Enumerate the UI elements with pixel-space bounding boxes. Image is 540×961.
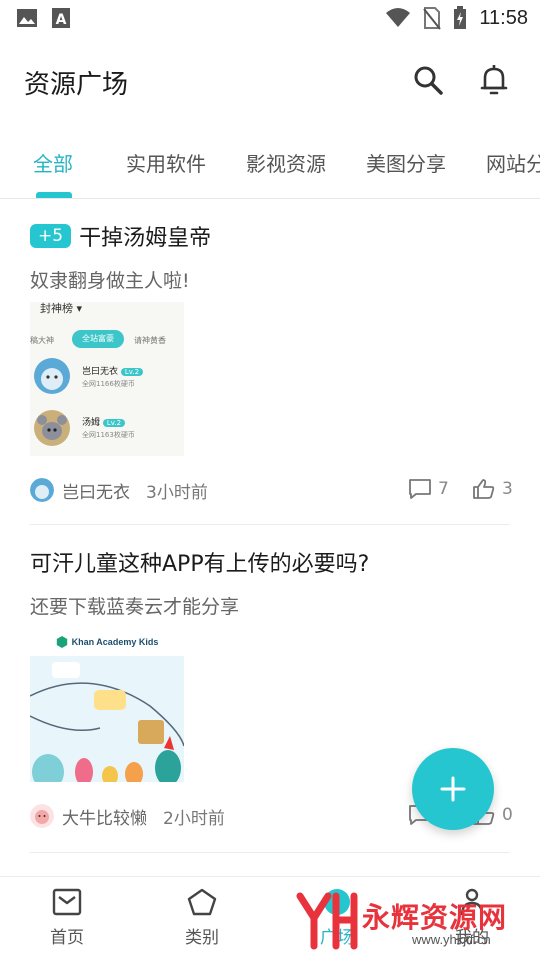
tab-all[interactable]: 全部: [33, 148, 73, 177]
wifi-icon: [386, 8, 411, 27]
page-title: 资源广场: [24, 70, 129, 100]
avatar[interactable]: [30, 804, 54, 828]
thumb-avatar: [34, 358, 70, 394]
comment-count: 7: [438, 479, 449, 499]
image-notification-icon: [17, 9, 37, 27]
no-sim-icon: [423, 7, 442, 30]
comment-button[interactable]: 7: [408, 478, 449, 500]
thumb-tab: 投稿大神: [30, 336, 54, 345]
thumb-row-level: Lv.2: [120, 368, 144, 376]
post-subtitle: 奴隶翻身做主人啦!: [30, 270, 190, 292]
add-post-button[interactable]: [412, 748, 494, 830]
status-bar: A 11:58: [0, 0, 540, 36]
post-thumbnail[interactable]: Khan Academy Kids: [30, 628, 184, 782]
nav-label: 类别: [185, 928, 219, 948]
clock: 11:58: [479, 6, 528, 29]
thumb-tab-active: 全站富豪: [72, 330, 124, 348]
svg-text:A: A: [56, 12, 67, 28]
like-count: 0: [502, 805, 513, 825]
post-title: 可汗儿童这种APP有上传的必要吗?: [30, 552, 370, 577]
inbox-icon: [52, 888, 82, 916]
tab-images[interactable]: 美图分享: [366, 148, 446, 177]
tab-video[interactable]: 影视资源: [246, 148, 326, 177]
font-notification-icon: A: [52, 8, 70, 28]
thumb-row-name: 汤姆: [82, 418, 101, 428]
reward-badge: +5: [30, 224, 72, 248]
post-title: 干掉汤姆皇帝: [79, 226, 212, 251]
search-icon[interactable]: [410, 62, 446, 98]
post-subtitle: 还要下载蓝奏云才能分享: [30, 596, 240, 618]
post-time: 2小时前: [163, 808, 225, 829]
khan-logo-icon: [56, 636, 67, 648]
post-time: 3小时前: [146, 482, 208, 503]
avatar[interactable]: [30, 478, 54, 502]
tab-software[interactable]: 实用软件: [126, 148, 206, 177]
post-thumbnail[interactable]: 封神榜 ▾ 投稿大神 全站富豪 请神黄香 岂曰无衣 Lv.2 全网1166枚硬币…: [30, 302, 184, 456]
app-header: 资源广场: [0, 36, 540, 126]
watermark-url: www.yhkjtf.cn: [412, 932, 491, 947]
divider: [30, 524, 510, 525]
nav-home[interactable]: 首页: [22, 887, 112, 948]
thumb-avatar: [34, 410, 70, 446]
category-tabs: 全部 实用软件 影视资源 美图分享 网站分: [0, 126, 540, 199]
watermark: 永辉资源网 www.yhkjtf.cn: [296, 888, 536, 952]
like-button[interactable]: 3: [472, 478, 513, 500]
bell-icon[interactable]: [476, 62, 512, 98]
like-count: 3: [502, 479, 513, 499]
tab-indicator: [36, 192, 72, 198]
watermark-text: 永辉资源网: [362, 901, 508, 934]
author-name[interactable]: 岂曰无衣: [62, 478, 130, 503]
post-meta: 岂曰无衣 3小时前 7 3: [30, 476, 513, 504]
thumb-row-name: 岂曰无衣: [82, 367, 119, 377]
nav-label: 首页: [50, 928, 84, 948]
thumb-brand: Khan Academy Kids: [71, 637, 159, 647]
thumb-header: 封神榜: [40, 302, 73, 315]
watermark-logo-icon: [296, 892, 358, 950]
thumbs-up-icon: [473, 479, 495, 499]
tab-websites[interactable]: 网站分: [486, 148, 540, 177]
thumb-row-detail: 全网1166枚硬币: [82, 380, 135, 388]
post-card[interactable]: +5 干掉汤姆皇帝 奴隶翻身做主人啦! 封神榜 ▾ 投稿大神 全站富豪 请神黄香…: [30, 220, 513, 520]
thumb-tab: 请神黄香: [134, 336, 166, 345]
battery-charging-icon: [454, 6, 467, 29]
plus-icon: [440, 776, 466, 802]
comment-icon: [409, 479, 431, 499]
author-name[interactable]: 大牛比较懒: [62, 804, 147, 829]
thumb-row-detail: 全网1163枚硬币: [82, 431, 135, 439]
pentagon-icon: [187, 888, 217, 916]
kids-illustration: [30, 662, 184, 782]
thumb-row-level: Lv.2: [102, 419, 126, 427]
divider: [30, 852, 510, 853]
nav-category[interactable]: 类别: [157, 887, 247, 948]
